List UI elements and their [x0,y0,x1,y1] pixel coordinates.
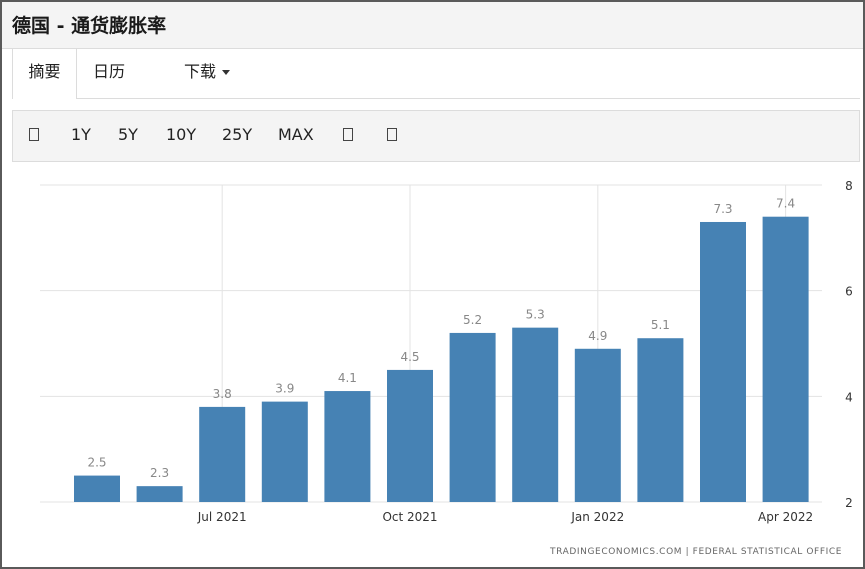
x-tick-label: Apr 2022 [758,510,813,524]
tab-summary-label: 摘要 [28,62,61,81]
bar [136,486,183,502]
bar [199,406,246,502]
tab-calendar-label: 日历 [93,62,126,81]
chart-source: TRADINGECONOMICS.COM | FEDERAL STATISTIC… [550,547,843,557]
tab-download[interactable]: 下载 [184,49,231,98]
bar [762,216,809,502]
bar [261,401,308,502]
bar-value-label: 7.3 [713,202,732,216]
tab-download-label: 下载 [184,62,217,81]
title-bar: 德国 - 通货膨胀率 [2,2,863,49]
widget-frame: 德国 - 通货膨胀率 摘要 日历 下载 1Y 5Y 10Y 25Y MAX 2 4… [0,0,865,569]
bar [449,332,496,502]
bar [637,338,684,502]
bar-value-label: 3.8 [213,387,232,401]
tab-bar: 摘要 日历 下载 [12,49,860,99]
chart-export-icon[interactable] [387,128,397,141]
chart-settings-icon[interactable] [343,128,353,141]
bar [324,391,371,502]
bar [574,348,621,502]
bar [387,369,433,502]
range-5y-button[interactable]: 5Y [118,125,138,144]
page-title: 德国 - 通货膨胀率 [12,15,167,37]
inflation-bar-chart: 2 4 6 8 Jul 2021 Oct 2021 Jan 2022 Apr 2022 2.5 2… [40,179,853,524]
y-tick-label: 8 [845,179,853,193]
y-tick-label: 4 [845,390,853,404]
bar [74,475,120,502]
chevron-down-icon [222,70,231,75]
x-tick-label: Jul 2021 [197,510,247,524]
chart-type-icon[interactable] [29,128,39,141]
bar-value-label: 4.5 [400,350,419,364]
range-10y-button[interactable]: 10Y [166,125,196,144]
bar-value-label: 3.9 [275,382,294,396]
range-25y-button[interactable]: 25Y [222,125,252,144]
bar-value-label: 5.1 [651,318,670,332]
bar-value-label: 2.3 [150,466,169,480]
range-1y-button[interactable]: 1Y [71,125,91,144]
bar-value-label: 7.4 [776,197,795,211]
bar-value-label: 5.2 [463,313,482,327]
y-tick-label: 2 [845,496,853,510]
tab-calendar[interactable]: 日历 [93,49,125,98]
range-max-button[interactable]: MAX [278,125,314,144]
chart-toolbar: 1Y 5Y 10Y 25Y MAX [12,110,860,162]
bar-value-label: 5.3 [526,308,545,322]
bar [512,327,559,502]
bar-value-label: 2.5 [87,456,106,470]
bar [700,221,746,502]
y-tick-label: 6 [845,285,853,299]
bar-value-label: 4.9 [588,329,607,343]
tab-summary[interactable]: 摘要 [12,49,77,99]
x-tick-label: Jan 2022 [570,510,624,524]
x-tick-label: Oct 2021 [382,510,437,524]
bar-value-label: 4.1 [338,371,357,385]
